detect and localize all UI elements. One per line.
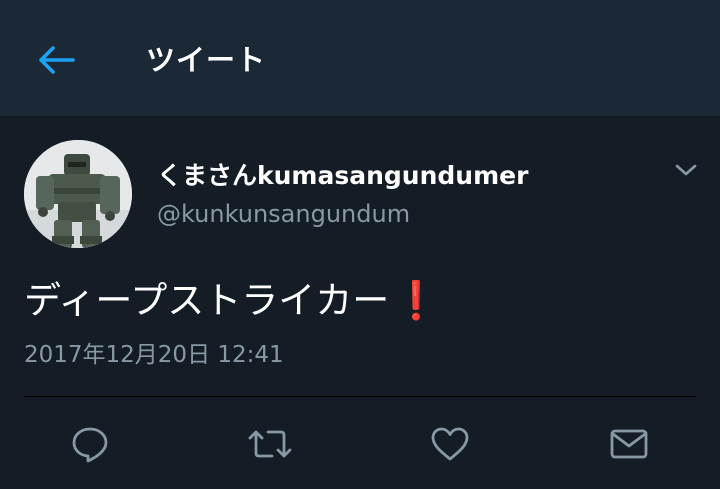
top-bar: ツイート <box>0 0 720 117</box>
exclamation-emoji: ❗ <box>393 279 440 322</box>
retweet-button[interactable] <box>246 422 294 466</box>
tweet-text: ディープストライカー ❗ <box>24 274 439 328</box>
username[interactable]: @kunkunsangundum <box>157 197 410 231</box>
avatar[interactable] <box>24 140 132 248</box>
tweet-detail-screen: ツイート くまさんkumasangundumer @kunkunsangundu… <box>0 0 720 489</box>
reply-icon <box>72 427 108 463</box>
chevron-down-icon <box>675 164 697 176</box>
page-title: ツイート <box>146 43 267 77</box>
arrow-left-icon <box>39 46 75 74</box>
tweet-menu-button[interactable] <box>670 156 702 184</box>
envelope-icon <box>610 429 648 459</box>
display-name[interactable]: くまさんkumasangundumer <box>157 158 528 194</box>
retweet-icon <box>248 430 292 458</box>
reply-button[interactable] <box>66 422 114 466</box>
back-button[interactable] <box>30 38 82 82</box>
heart-icon <box>431 427 469 461</box>
timestamp: 2017年12月20日 12:41 <box>24 342 284 368</box>
like-button[interactable] <box>426 422 474 466</box>
divider <box>24 396 696 397</box>
direct-message-button[interactable] <box>605 422 653 466</box>
tweet-text-body: ディープストライカー <box>24 279 390 322</box>
